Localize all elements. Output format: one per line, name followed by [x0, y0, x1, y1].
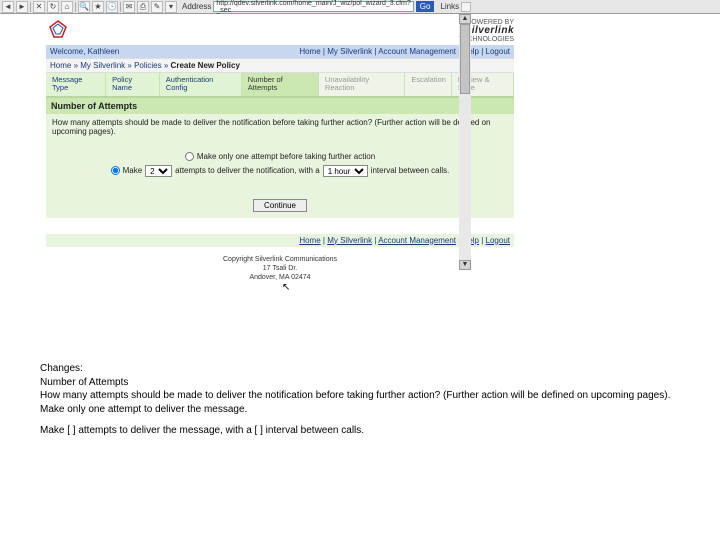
tab-escalation: Escalation: [405, 73, 451, 96]
history-icon[interactable]: 🕓: [106, 1, 118, 13]
opt2-pre: Make: [123, 166, 143, 175]
address-value: http://qdev.silverlink.com/home_main/J_w…: [216, 0, 410, 14]
address-input[interactable]: http://qdev.silverlink.com/home_main/J_w…: [213, 1, 413, 12]
copy3: Andover, MA 02474: [46, 273, 514, 282]
select-interval[interactable]: 1 hour: [323, 165, 368, 177]
address-label: Address: [182, 2, 211, 11]
scroll-thumb[interactable]: [460, 24, 470, 94]
welcome-text: Welcome, Kathleen: [50, 47, 119, 56]
welcome-bar: Welcome, Kathleen Home | My Silverlink |…: [46, 45, 514, 58]
forward-icon[interactable]: ►: [16, 1, 28, 13]
form-area: Make only one attempt before taking furt…: [46, 140, 514, 193]
f-home[interactable]: Home: [299, 236, 320, 245]
radio-one-attempt[interactable]: [185, 152, 194, 161]
breadcrumb: Home » My Silverlink » Policies » Create…: [46, 58, 514, 73]
tab-number-attempts[interactable]: Number of Attempts: [242, 73, 319, 96]
links-icon[interactable]: [461, 2, 471, 12]
tab-policy-name[interactable]: Policy Name: [106, 73, 160, 96]
nav-mysilverlink[interactable]: My Silverlink: [327, 47, 372, 56]
changes-p1: How many attempts should be made to deli…: [40, 390, 670, 401]
scroll-down-icon[interactable]: ▼: [459, 260, 471, 270]
back-icon[interactable]: ◄: [2, 1, 14, 13]
changes-p3: Make [ ] attempts to deliver the message…: [40, 424, 700, 438]
nav-logout[interactable]: Logout: [486, 47, 510, 56]
crumb-home[interactable]: Home: [50, 61, 71, 70]
nav-home[interactable]: Home: [299, 47, 320, 56]
opt1-label: Make only one attempt before taking furt…: [197, 152, 375, 161]
f-acct[interactable]: Account Management: [378, 236, 456, 245]
silverlink-logo-icon: [46, 19, 70, 43]
changes-title: Number of Attempts: [40, 377, 128, 388]
radio-multi-attempt[interactable]: [111, 166, 120, 175]
tab-message-type[interactable]: Message Type: [46, 73, 106, 96]
copyright: Copyright Silverlink Communications 17 T…: [46, 247, 514, 290]
changes-p2: Make only one attempt to deliver the mes…: [40, 404, 247, 415]
crumb-policies[interactable]: Policies: [134, 61, 162, 70]
print-icon[interactable]: ⎙: [137, 1, 149, 13]
option-multi-attempt[interactable]: Make 2 attempts to deliver the notificat…: [46, 163, 514, 179]
stop-icon[interactable]: ✕: [33, 1, 45, 13]
crumb-mysl[interactable]: My Silverlink: [80, 61, 125, 70]
section-prompt: How many attempts should be made to deli…: [46, 114, 514, 140]
header-row: POWERED BY silverlink TECHNOLOGIES: [46, 14, 514, 45]
footer-links: Home | My Silverlink | Account Managemen…: [46, 232, 514, 247]
scroll-up-icon[interactable]: ▲: [459, 14, 471, 24]
favorites-icon[interactable]: ★: [92, 1, 104, 13]
wizard-tabs: Message Type Policy Name Authentication …: [46, 73, 514, 97]
welcome-links: Home | My Silverlink | Account Managemen…: [299, 47, 510, 56]
select-attempts[interactable]: 2: [145, 165, 172, 177]
f-mysl[interactable]: My Silverlink: [327, 236, 372, 245]
search-icon[interactable]: 🔍: [78, 1, 90, 13]
tab-auth-config[interactable]: Authentication Config: [160, 73, 242, 96]
copy2: 17 Tsali Dr.: [46, 264, 514, 273]
separator: [30, 2, 31, 12]
changes-annotation: Changes: Number of Attempts How many att…: [40, 362, 700, 446]
refresh-icon[interactable]: ↻: [47, 1, 59, 13]
browser-toolbar: ◄ ► ✕ ↻ ⌂ 🔍 ★ 🕓 ✉ ⎙ ✎ ▾ Address http://q…: [0, 0, 720, 14]
tools-icon[interactable]: ▾: [165, 1, 177, 13]
opt2-post: interval between calls.: [371, 166, 450, 175]
copy1: Copyright Silverlink Communications: [46, 255, 514, 264]
page-content: POWERED BY silverlink TECHNOLOGIES Welco…: [46, 14, 514, 290]
tab-unavailability: Unavailability Reaction: [319, 73, 405, 96]
home-icon[interactable]: ⌂: [61, 1, 73, 13]
separator: [120, 2, 121, 12]
mail-icon[interactable]: ✉: [123, 1, 135, 13]
changes-heading: Changes:: [40, 363, 83, 374]
f-logout[interactable]: Logout: [486, 236, 510, 245]
go-button[interactable]: Go: [416, 1, 435, 12]
scrollbar[interactable]: ▲ ▼: [459, 14, 471, 270]
crumb-current: Create New Policy: [171, 61, 240, 70]
option-one-attempt[interactable]: Make only one attempt before taking furt…: [46, 150, 514, 163]
continue-button[interactable]: Continue: [253, 199, 307, 212]
edit-icon[interactable]: ✎: [151, 1, 163, 13]
nav-account[interactable]: Account Management: [378, 47, 456, 56]
separator: [75, 2, 76, 12]
links-label: Links: [440, 2, 459, 11]
button-row: Continue: [46, 193, 514, 218]
opt2-mid: attempts to deliver the notification, wi…: [175, 166, 320, 175]
section-title: Number of Attempts: [46, 97, 514, 114]
